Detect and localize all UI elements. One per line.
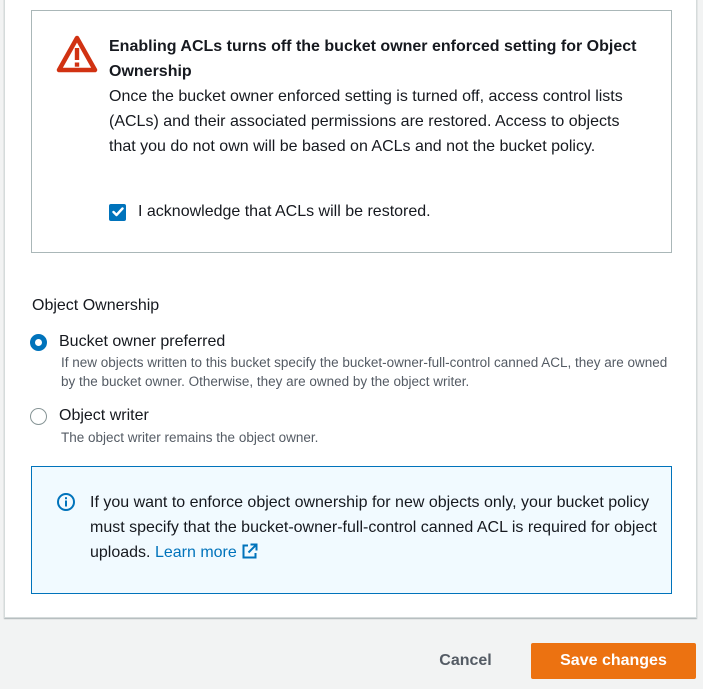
learn-more-link[interactable]: Learn more [154,543,258,561]
radio-label: Bucket owner preferred [59,333,226,350]
checkmark-icon [111,207,124,217]
warning-title: Enabling ACLs turns off the bucket owner… [109,38,637,80]
acknowledge-checkbox[interactable] [109,203,126,221]
acknowledge-checkbox-row[interactable]: I acknowledge that ACLs will be restored… [109,202,431,222]
radio-description: The object writer remains the object own… [61,430,319,445]
warning-triangle-icon [56,35,98,73]
ownership-info-alert: If you want to enforce object ownership … [31,466,672,594]
info-text: If you want to enforce object ownership … [90,490,660,565]
acl-warning-alert: Enabling ACLs turns off the bucket owner… [31,10,672,253]
radio-button-unselected[interactable] [30,408,47,425]
radio-label: Object writer [59,407,149,424]
object-ownership-title: Object Ownership [32,297,160,314]
learn-more-label: Learn more [154,544,237,561]
radio-object-writer[interactable]: Object writer [30,406,149,426]
edit-object-ownership-panel: Enabling ACLs turns off the bucket owner… [4,0,697,618]
acknowledge-label: I acknowledge that ACLs will be restored… [138,203,431,220]
warning-body: Once the bucket owner enforced setting i… [109,88,623,155]
info-circle-icon [57,493,75,511]
cancel-button[interactable]: Cancel [418,643,513,679]
save-changes-button[interactable]: Save changes [531,643,696,679]
radio-button-selected[interactable] [30,334,47,351]
radio-description: If new objects written to this bucket sp… [61,355,668,389]
external-link-icon [242,543,258,559]
radio-bucket-owner-preferred[interactable]: Bucket owner preferred [30,332,225,352]
